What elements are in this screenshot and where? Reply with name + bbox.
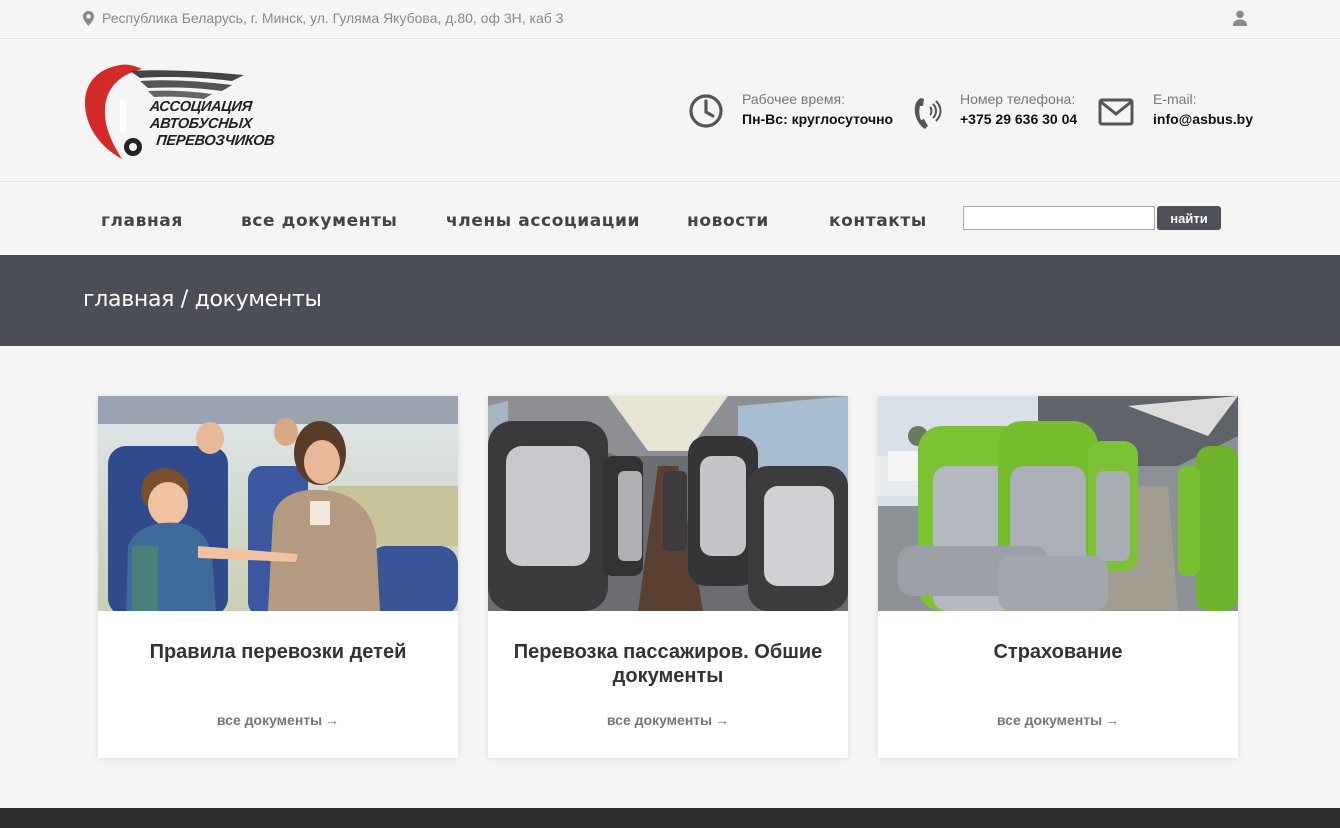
main-nav: главная все документы члены ассоциации н…: [0, 182, 1340, 255]
link-label: все документы: [996, 712, 1103, 728]
working-hours: Рабочее время: Пн-Вс: круглосуточно: [688, 90, 893, 132]
phone-icon: [914, 98, 942, 129]
document-card[interactable]: Правила перевозки детей все документы →: [98, 396, 458, 758]
footer: [0, 808, 1340, 828]
search-input[interactable]: [963, 206, 1155, 230]
user-icon[interactable]: [1233, 10, 1247, 26]
envelope-icon: [1098, 98, 1134, 126]
nav-item-home[interactable]: главная: [101, 211, 183, 231]
card-title: Перевозка пассажиров. Обшие документы: [513, 641, 823, 687]
link-label: все документы: [606, 712, 713, 728]
logo-line-3: ПЕРЕВОЗЧИКОВ: [155, 133, 276, 149]
email-info: E-mail: info@asbus.by: [1097, 90, 1253, 132]
address: Республика Беларусь, г. Минск, ул. Гулям…: [83, 10, 563, 26]
top-bar: Республика Беларусь, г. Минск, ул. Гулям…: [0, 0, 1340, 39]
search-button[interactable]: найти: [1157, 206, 1221, 230]
hours-value: Пн-Вс: круглосуточно: [742, 111, 894, 127]
logo[interactable]: АССОЦИАЦИЯ АВТОБУСНЫХ ПЕРЕВОЗЧИКОВ: [82, 61, 275, 161]
nav-item-contacts[interactable]: контакты: [829, 211, 927, 231]
arrow-right-icon: →: [1105, 712, 1120, 728]
phone-info: Номер телефона: +375 29 636 30 04: [912, 90, 1077, 132]
logo-line-1: АССОЦИАЦИЯ: [148, 99, 253, 115]
breadcrumb: главная / документы: [83, 287, 322, 312]
nav-item-all-documents[interactable]: все документы: [241, 211, 398, 231]
all-documents-link[interactable]: все документы →: [488, 712, 848, 728]
nav-item-members[interactable]: члены ассоциации: [446, 211, 640, 231]
arrow-right-icon: →: [325, 712, 340, 728]
address-text: Республика Беларусь, г. Минск, ул. Гулям…: [102, 10, 564, 26]
document-card[interactable]: Страхование все документы →: [878, 396, 1238, 758]
email-value[interactable]: info@asbus.by: [1153, 108, 1253, 130]
nav-item-news[interactable]: новости: [687, 211, 769, 231]
card-image-bus-interior[interactable]: [488, 396, 848, 611]
card-image-children[interactable]: [98, 396, 458, 611]
document-card[interactable]: Перевозка пассажиров. Обшие документы вс…: [488, 396, 848, 758]
map-pin-icon: [83, 10, 94, 26]
clock-icon: [689, 94, 723, 128]
site-header: АССОЦИАЦИЯ АВТОБУСНЫХ ПЕРЕВОЗЧИКОВ Рабоч…: [0, 39, 1340, 182]
link-label: все документы: [216, 712, 323, 728]
hours-label: Рабочее время:: [742, 91, 846, 107]
all-documents-link[interactable]: все документы →: [98, 712, 458, 728]
phone-label: Номер телефона:: [960, 91, 1076, 107]
email-label: E-mail:: [1153, 91, 1197, 107]
page-title-bar: главная / документы: [0, 255, 1340, 346]
card-title: Правила перевозки детей: [149, 641, 407, 663]
all-documents-link[interactable]: все документы →: [878, 712, 1238, 728]
logo-text: АССОЦИАЦИЯ АВТОБУСНЫХ ПЕРЕВОЗЧИКОВ: [145, 99, 278, 150]
arrow-right-icon: →: [715, 712, 730, 728]
card-image-insurance[interactable]: [878, 396, 1238, 611]
phone-value[interactable]: +375 29 636 30 04: [960, 108, 1077, 130]
card-title: Страхование: [993, 641, 1123, 663]
logo-line-2: АВТОБУСНЫХ: [149, 116, 253, 132]
